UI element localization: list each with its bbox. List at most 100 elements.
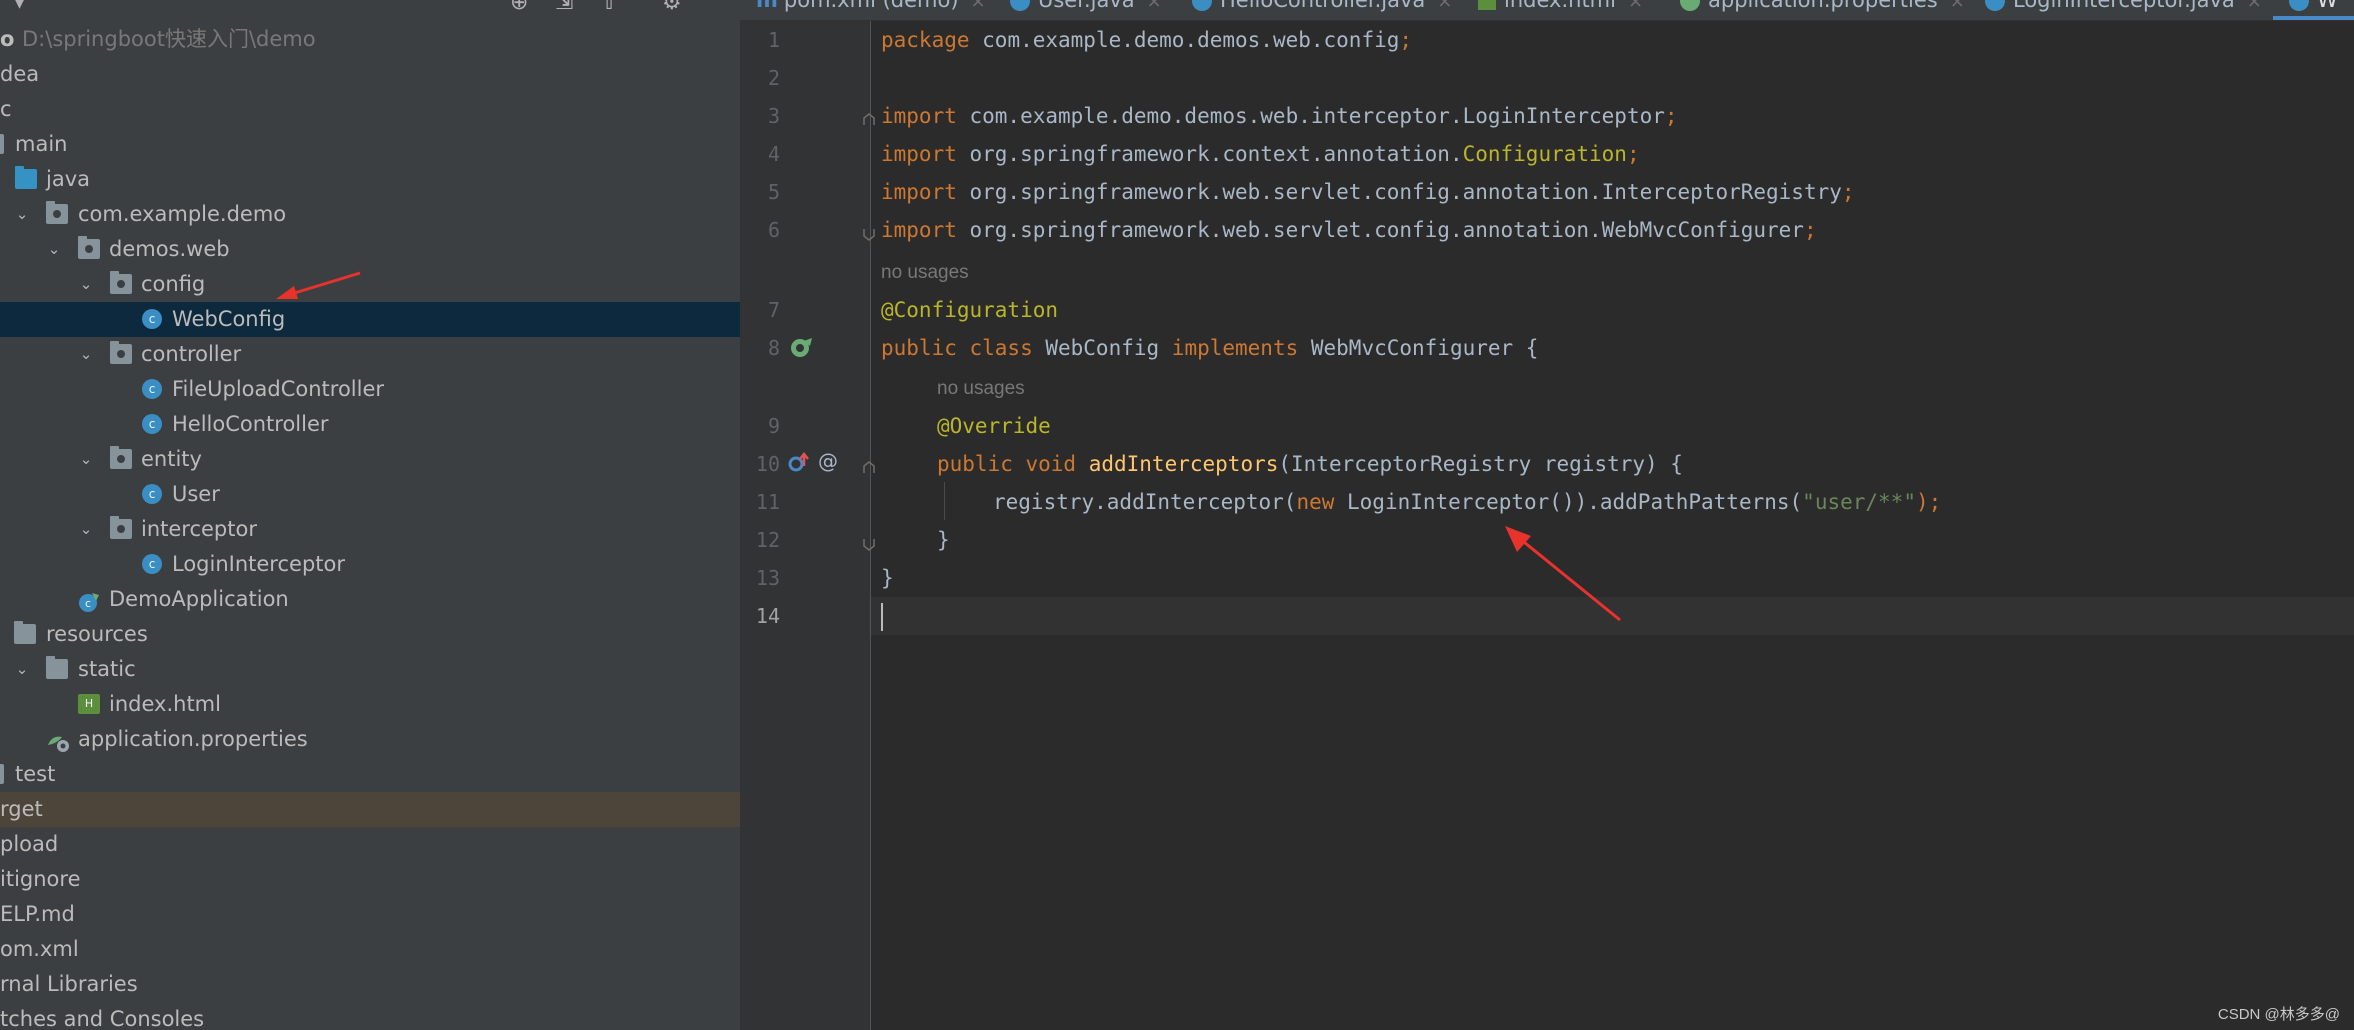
tree-row-target[interactable]: rget [0,792,740,827]
tree-row-java[interactable]: java [0,162,740,197]
tab-label: LoginInterceptor.java [2013,0,2235,12]
collapse-all-icon[interactable]: ⇲ [555,0,573,15]
chevron-down-icon[interactable]: ⌄ [76,512,96,547]
close-icon[interactable]: × [1950,0,1965,12]
line-number: 13 [755,566,780,590]
tree-row-application-properties[interactable]: application.properties [0,722,740,757]
tree-label: HelloController [172,412,329,436]
package-icon [46,201,68,224]
tree-row-fileuploadcontroller[interactable]: c FileUploadController [0,372,740,407]
expand-icon[interactable]: ⇧ [600,0,618,15]
code-vision-hint[interactable]: no usages [881,253,969,289]
chevron-down-icon[interactable]: ⌄ [44,232,64,267]
editor-tab-bar: m pom.xml (demo) × User.java × HelloControl… [740,0,2354,21]
tree-row-interceptor[interactable]: ⌄ interceptor [0,512,740,547]
line-number: 12 [755,528,780,552]
html-file-icon: H [78,694,100,714]
close-icon[interactable]: × [1628,0,1643,12]
tree-label: c [0,97,12,121]
chevron-down-icon[interactable]: ⌄ [76,337,96,372]
close-icon[interactable]: × [1147,0,1162,12]
tree-row-config[interactable]: ⌄ config [0,267,740,302]
locate-icon[interactable]: ⊕ [510,0,528,15]
tree-label: pload [0,832,59,856]
annotation-marker-icon[interactable]: @ [818,449,838,473]
annotation: @Configuration [881,298,1059,322]
class-icon: c [142,414,162,434]
code-vision-hint[interactable]: no usages [937,369,1025,405]
folder-icon [0,764,4,784]
tree-label: com.example.demo [78,202,287,226]
tab-index-html[interactable]: index.html × [1478,0,1643,12]
spring-bean-icon[interactable] [788,335,814,361]
code-line-3: import com.example.demo.demos.web.interc… [881,97,1678,135]
folder-icon [46,656,68,679]
tree-row-demoapplication[interactable]: c DemoApplication [0,582,740,617]
chevron-down-icon[interactable]: ⌄ [76,442,96,477]
tab-logininterceptor-java[interactable]: LoginInterceptor.java × [1985,0,2262,12]
annotation: @Override [937,414,1051,438]
tree-row-user[interactable]: c User [0,477,740,512]
tab-label: W [2317,0,2338,12]
tree-label: config [141,272,206,296]
class-icon [1985,0,2005,11]
tree-row-static[interactable]: ⌄ static [0,652,740,687]
tab-webconfig-java[interactable]: W [2289,0,2338,12]
close-icon[interactable]: × [971,0,986,12]
tree-row-upload[interactable]: pload [0,827,740,862]
chevron-down-icon[interactable]: ▾ [14,0,25,15]
tree-row-gitignore[interactable]: itignore [0,862,740,897]
package-icon [78,236,100,259]
tree-row-resources[interactable]: resources [0,617,740,652]
tree-row-index-html[interactable]: H index.html [0,687,740,722]
project-panel: ⊕ ⇲ ⇧ ⚙ ▾ o D:\springboot快速入门\demo dea c… [0,0,740,1030]
chevron-down-icon[interactable]: ⌄ [12,197,32,232]
tree-row-external-libraries[interactable]: rnal Libraries [0,967,740,1002]
line-number: 11 [755,490,780,514]
line-number: 8 [767,336,780,360]
tab-pom-xml[interactable]: m pom.xml (demo) × [756,0,986,12]
tree-row-hellocontroller[interactable]: c HelloController [0,407,740,442]
source-folder-icon [15,166,37,189]
tree-row-entity[interactable]: ⌄ entity [0,442,740,477]
tree-row-logininterceptor[interactable]: c LoginInterceptor [0,547,740,582]
tree-row-webconfig[interactable]: c WebConfig [0,302,740,337]
tree-label: om.xml [0,937,79,961]
tree-row-pom-xml[interactable]: om.xml [0,932,740,967]
close-icon[interactable]: × [1437,0,1452,12]
gear-icon[interactable]: ⚙ [662,0,682,15]
tree-row-main[interactable]: main [0,127,740,162]
tree-row-com-example-demo[interactable]: ⌄ com.example.demo [0,197,740,232]
class-icon [2289,0,2309,11]
tab-application-properties[interactable]: application.properties × [1680,0,1965,12]
class-icon: c [142,309,162,329]
code-text: com.example.demo.demos.web.interceptor.L… [956,104,1665,128]
tree-row-controller[interactable]: ⌄ controller [0,337,740,372]
tab-user-java[interactable]: User.java × [1010,0,1162,12]
tree-row-test[interactable]: test [0,757,740,792]
tree-row-scratches[interactable]: tches and Consoles [0,1002,740,1030]
tree-row-idea[interactable]: dea [0,57,740,92]
folder-icon [0,134,4,154]
line-number: 9 [767,414,780,438]
tree-row-help-md[interactable]: ELP.md [0,897,740,932]
tree-row-src[interactable]: c [0,92,740,127]
line-number: 3 [767,104,780,128]
semicolon: ; [1803,218,1817,242]
tree-row-demos-web[interactable]: ⌄ demos.web [0,232,740,267]
code-text: ); [1915,490,1942,514]
tree-row-root[interactable]: o D:\springboot快速入门\demo [0,22,740,57]
code-editor[interactable]: package com.example.demo.demos.web.confi… [871,21,2354,1030]
close-icon[interactable]: × [2247,0,2262,12]
tree-label: resources [46,622,148,646]
tree-label: User [172,482,220,506]
maven-icon: m [756,0,778,12]
chevron-down-icon[interactable]: ⌄ [12,652,32,687]
chevron-down-icon[interactable]: ⌄ [76,267,96,302]
html-file-icon [1478,0,1496,10]
code-text: org.springframework.context.annotation. [956,142,1463,166]
override-method-icon[interactable] [788,452,810,474]
tree-label: application.properties [78,727,308,751]
line-number: 10 [755,452,780,476]
tab-hellocontroller-java[interactable]: HelloController.java × [1192,0,1452,12]
